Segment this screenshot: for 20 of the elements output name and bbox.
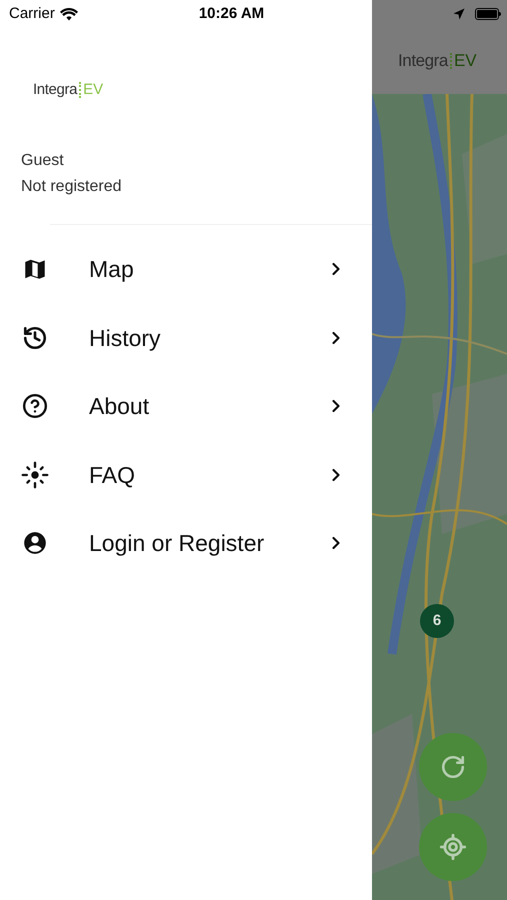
locate-icon [439,833,467,861]
location-arrow-icon [453,8,465,20]
brand-logo: Integra EV [33,80,104,100]
menu-item[interactable]: Map [0,235,372,304]
help-icon [22,393,48,420]
sparkle-icon [21,460,49,489]
account-icon [22,530,48,556]
status-time: 10:26 AM [198,4,264,24]
brand-logo: Integra EV [398,50,478,72]
battery-icon [475,8,501,20]
menu-item[interactable]: Login or Register [0,509,372,578]
refresh-icon [440,754,466,780]
menu-item[interactable]: History [0,304,372,372]
carrier-label: Carrier [9,4,55,24]
user-name: Guest [21,151,65,171]
wifi-icon [60,8,78,20]
menu-item[interactable]: FAQ [0,440,372,509]
history-icon [22,324,48,351]
menu-item[interactable]: About [0,372,372,440]
user-status: Not registered [21,177,122,197]
